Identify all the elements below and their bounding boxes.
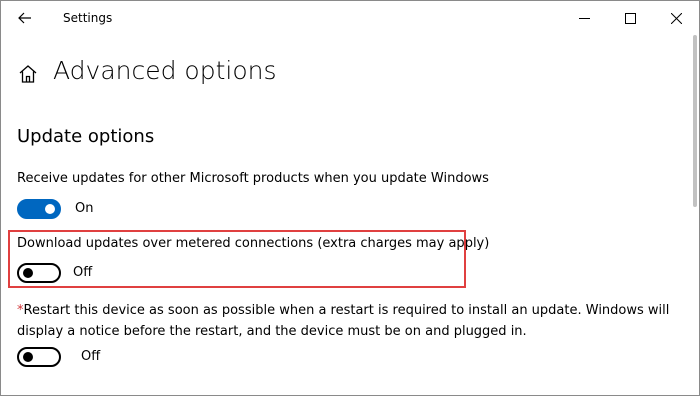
- home-icon: [19, 65, 37, 83]
- back-button[interactable]: [11, 5, 39, 31]
- close-icon: [670, 12, 682, 24]
- maximize-icon: [624, 12, 636, 24]
- toggle-knob: [45, 204, 55, 214]
- page-title: Advanced options: [53, 56, 277, 85]
- toggle-state-restart-device: Off: [81, 349, 101, 364]
- window-title: Settings: [63, 11, 113, 25]
- toggle-restart-device[interactable]: [17, 347, 61, 367]
- toggle-microsoft-products[interactable]: [17, 199, 61, 219]
- toggle-knob: [23, 268, 33, 278]
- scrollbar[interactable]: [693, 35, 697, 207]
- setting-label-metered-connections: Download updates over metered connection…: [17, 236, 490, 251]
- toggle-knob: [23, 352, 33, 362]
- minimize-button[interactable]: [561, 1, 607, 35]
- toggle-state-microsoft-products: On: [75, 201, 94, 216]
- toggle-metered-connections[interactable]: [17, 263, 61, 283]
- section-title: Update options: [17, 126, 155, 147]
- setting-label-microsoft-products: Receive updates for other Microsoft prod…: [17, 171, 489, 186]
- minimize-icon: [578, 17, 590, 19]
- maximize-button[interactable]: [607, 1, 653, 35]
- title-bar: Settings: [1, 1, 699, 35]
- settings-window: Settings Advanced options Update options…: [0, 0, 700, 396]
- back-arrow-icon: [18, 12, 31, 24]
- home-button[interactable]: [17, 63, 39, 85]
- toggle-state-metered-connections: Off: [73, 265, 93, 280]
- setting-label-restart-device: *Restart this device as soon as possible…: [17, 300, 687, 342]
- close-button[interactable]: [653, 1, 699, 35]
- setting-label-restart-text: Restart this device as soon as possible …: [17, 303, 670, 339]
